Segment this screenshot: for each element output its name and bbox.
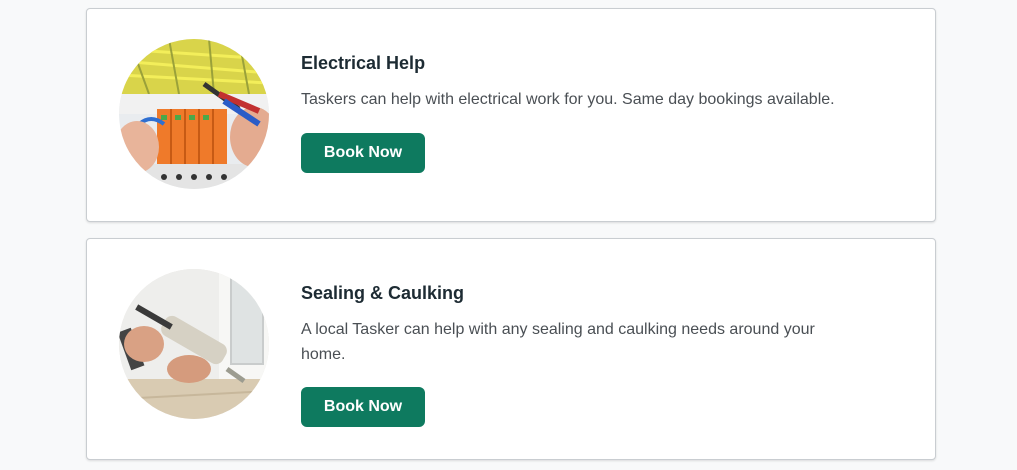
electrical-work-photo [119,39,269,189]
service-card-sealing: Sealing & Caulking A local Tasker can he… [86,238,936,460]
service-content: Electrical Help Taskers can help with el… [301,51,895,112]
service-description: Taskers can help with electrical work fo… [301,91,835,108]
service-title: Sealing & Caulking [301,283,465,303]
service-description: A local Tasker can help with any sealing… [301,321,815,363]
service-card-electrical: Electrical Help Taskers can help with el… [86,8,936,222]
service-title: Electrical Help [301,53,426,73]
book-now-button[interactable]: Book Now [301,387,425,427]
service-content: Sealing & Caulking A local Tasker can he… [301,281,895,367]
book-now-button[interactable]: Book Now [301,133,425,173]
caulking-gun-photo [119,269,269,419]
